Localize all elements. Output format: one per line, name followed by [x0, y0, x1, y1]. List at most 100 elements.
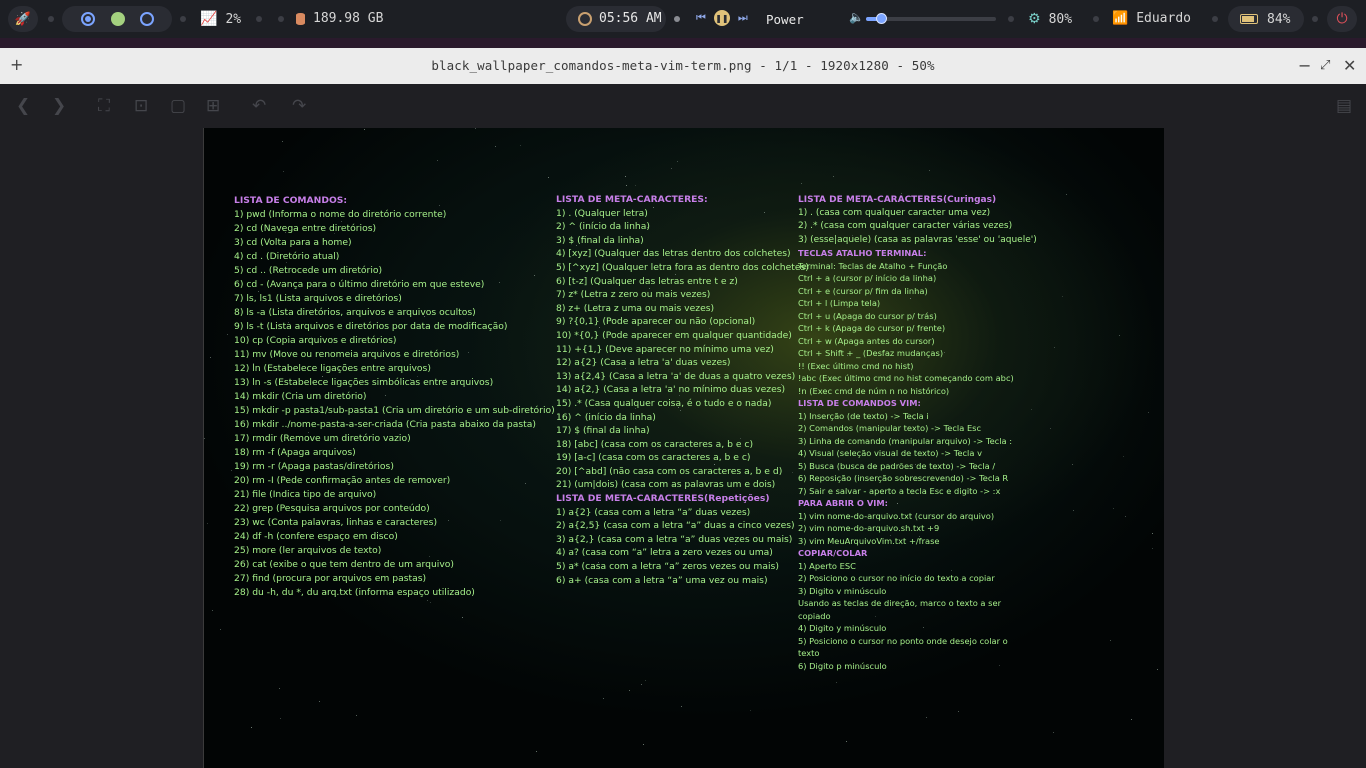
window-titlebar: + black_wallpaper_comandos-meta-vim-term… [0, 48, 1366, 84]
list-item: 2) a{2,5} (casa com a letra “a” duas a c… [556, 520, 795, 532]
clock-icon [578, 12, 592, 26]
star [231, 470, 232, 471]
fit-height-icon[interactable]: ⊡ [134, 96, 148, 116]
star [1123, 456, 1124, 457]
launcher-button[interactable]: 🚀 [8, 6, 38, 32]
close-button[interactable]: ✕ [1343, 56, 1356, 75]
workspace-1[interactable] [81, 12, 95, 26]
list-item: 5) Busca (busca de padrões de texto) -> … [798, 460, 996, 471]
list-item: 4) a? (casa com “a” letra a zero vezes o… [556, 547, 773, 559]
list-item: 8) z+ (Letra z uma ou mais vezes) [556, 302, 715, 314]
star [204, 438, 205, 439]
media-controls: ⏮ ❚❚ ⏭ [696, 10, 748, 26]
battery-widget[interactable]: 84% [1228, 6, 1304, 32]
volume-slider[interactable] [866, 13, 996, 24]
list-item: 1) Aperto ESC [798, 560, 856, 571]
star [319, 701, 320, 702]
wifi-icon: 📶 [1112, 11, 1129, 26]
list-item: 24) df -h (confere espaço em disco) [234, 531, 398, 542]
star [1066, 194, 1067, 195]
list-item: 16) ^ (início da linha) [556, 411, 656, 423]
list-item: 1) pwd (Informa o nome do diretório corr… [234, 209, 447, 220]
star [220, 629, 221, 630]
list-item: 15) .* (Casa qualquer coisa, é o tudo e … [556, 397, 772, 409]
workspace-3[interactable] [140, 12, 154, 26]
list-item: 3) a{2,} (casa com a letra “a” duas veze… [556, 533, 793, 545]
star [641, 684, 642, 685]
list-item: Ctrl + l (Limpa tela) [798, 298, 881, 309]
volume-handle[interactable] [876, 13, 887, 24]
list-item: 12) ln (Estabelece ligações entre arquiv… [234, 363, 431, 374]
list-item: Ctrl + Shift + _ (Desfaz mudanças) [798, 348, 944, 359]
star [1050, 428, 1051, 429]
star [280, 718, 281, 719]
star [1125, 516, 1126, 517]
list-item: 18) [abc] (casa com os caracteres a, b e… [556, 438, 754, 450]
list-item: 3) (esse|aquele) (casa as palavras 'esse… [798, 234, 1037, 245]
restore-button[interactable]: ⤢ [1320, 58, 1330, 73]
previous-icon[interactable]: ⏮ [696, 11, 706, 25]
rotate-right-icon[interactable]: ↷ [292, 96, 306, 116]
list-item: Usando as teclas de direção, marco o tex… [798, 598, 1001, 609]
star [212, 610, 213, 611]
list-item: 15) mkdir -p pasta1/sub-pasta1 (Cria um … [234, 405, 555, 416]
list-item: 8) ls -a (Lista diretórios, arquivos e a… [234, 307, 476, 318]
separator-dot [674, 16, 680, 22]
star [437, 160, 438, 161]
list-item: 18) rm -f (Apaga arquivos) [234, 447, 356, 458]
star [430, 602, 431, 603]
clock-widget[interactable]: 05:56 AM [566, 6, 666, 32]
section-heading: COPIAR/COLAR [798, 548, 868, 559]
crop-icon[interactable]: ⊞ [206, 96, 220, 116]
fullscreen-icon[interactable]: ▢ [170, 96, 186, 116]
power-icon: ⏻ [1336, 11, 1348, 27]
wifi-widget[interactable]: 📶 Eduardo [1112, 11, 1191, 26]
star [1113, 508, 1114, 509]
pause-icon[interactable]: ❚❚ [713, 10, 730, 26]
minimize-button[interactable]: − [1298, 56, 1311, 75]
list-item: 2) .* (casa com qualquer caracter várias… [798, 221, 1013, 232]
disk-widget: 189.98 GB [296, 11, 383, 26]
section-heading: PARA ABRIR O VIM: [798, 498, 888, 509]
star [427, 600, 428, 601]
star [681, 706, 682, 707]
list-item: 6) Digito p minúsculo [798, 660, 887, 671]
star [548, 177, 549, 178]
back-icon[interactable]: ❮ [16, 96, 30, 116]
list-item: 1) . (casa com qualquer caracter uma vez… [798, 208, 991, 218]
list-item: 13) a{2,4} (Casa a letra 'a' de duas a q… [556, 370, 796, 382]
list-item: Ctrl + a (cursor p/ início da linha) [798, 273, 937, 284]
list-item: 4) cd . (Diretório atual) [234, 251, 340, 262]
copy-paste-list: 1) Aperto ESC 2) Posiciono o cursor no in… [798, 560, 1037, 673]
forward-icon[interactable]: ❯ [52, 96, 66, 116]
rotate-left-icon[interactable]: ↶ [252, 96, 266, 116]
list-item: texto [798, 648, 820, 659]
list-item: 19) [a-c] (casa com os caracteres a, b e… [556, 452, 751, 464]
list-item: 27) find (procura por arquivos em pastas… [234, 573, 427, 584]
star [282, 141, 283, 142]
separator-dot [180, 16, 186, 22]
power-button[interactable]: ⏻ [1327, 6, 1357, 32]
star [279, 688, 280, 689]
fit-width-icon[interactable]: ⛶ [98, 96, 110, 116]
shortcuts-column: LISTA DE META-CARACTERES(Curingas) 1) . … [798, 193, 1037, 672]
list-item: 14) a{2,} (Casa a letra 'a' no mínimo du… [556, 384, 786, 396]
list-item: 6) Reposição (inserção sobrescrevendo) -… [798, 473, 1009, 484]
list-item: 6) cd - (Avança para o último diretório … [234, 279, 485, 290]
workspace-2[interactable] [111, 12, 125, 26]
speaker-icon[interactable]: 🔈 [849, 10, 864, 24]
chart-icon: 📈 [200, 11, 218, 27]
list-item: 10) *{0,} (Pode aparecer em qualquer qua… [556, 329, 792, 341]
list-item: 12) a{2} (Casa a letra 'a' duas vezes) [556, 357, 731, 369]
list-item: 19) rm -r (Apaga pastas/diretórios) [234, 461, 394, 472]
list-item: Ctrl + w (Apaga antes do cursor) [798, 335, 935, 346]
section-heading: LISTA DE META-CARACTERES(Repetições) [556, 493, 770, 505]
list-item: 3) Digito v minúsculo [798, 585, 887, 596]
separator-dot [48, 16, 54, 22]
brightness-widget[interactable]: ⚙ 80% [1028, 11, 1072, 27]
next-icon[interactable]: ⏭ [738, 11, 748, 25]
sidebar-icon[interactable]: ▤ [1336, 96, 1352, 116]
list-item: 6) [t-z] (Qualquer das letras entre t e … [556, 275, 738, 287]
separator-dot [1093, 16, 1099, 22]
list-item: 11) mv (Move ou renomeia arquivos e dire… [234, 349, 460, 360]
